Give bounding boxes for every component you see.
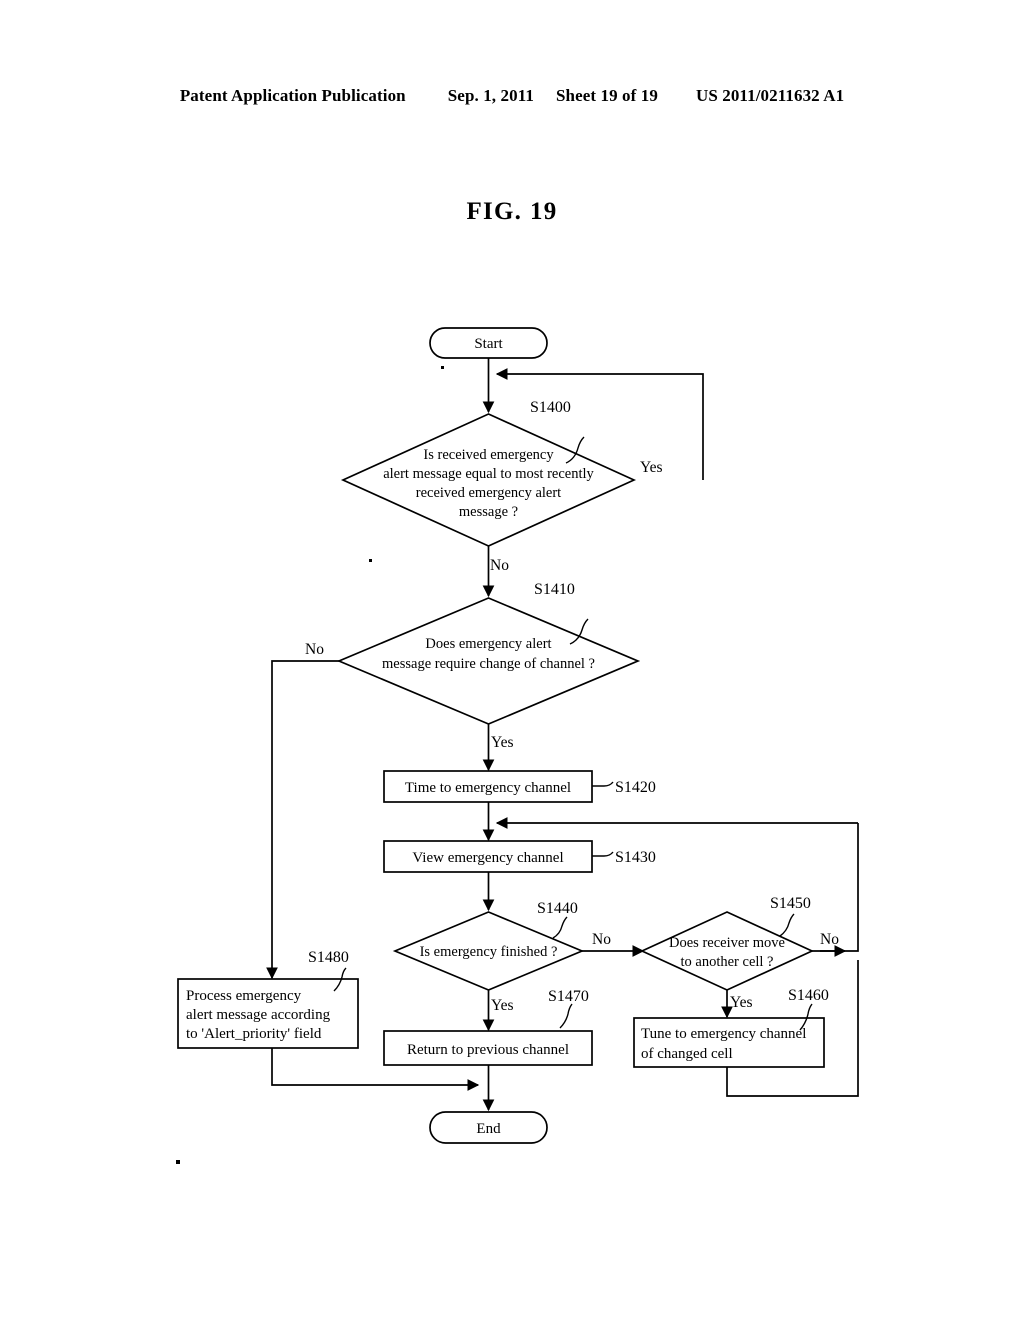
leader-s1430 bbox=[592, 851, 614, 857]
process-s1480-line-1: Process emergency bbox=[186, 988, 302, 1004]
branch-s1440-yes: Yes bbox=[491, 997, 514, 1014]
process-s1480: Process emergency alert message accordin… bbox=[177, 978, 359, 1049]
process-s1420: Time to emergency channel bbox=[383, 770, 593, 803]
decision-s1450-line-1: Does receiver move bbox=[669, 935, 785, 951]
process-s1460-line-1: Tune to emergency channel bbox=[641, 1026, 806, 1042]
scan-speck bbox=[369, 559, 372, 562]
leader-s1450 bbox=[779, 913, 795, 937]
branch-s1450-yes: Yes bbox=[730, 994, 753, 1011]
scan-speck bbox=[176, 1160, 180, 1164]
branch-s1450-no: No bbox=[820, 931, 839, 948]
decision-s1400-line-1: Is received emergency bbox=[423, 447, 554, 463]
decision-s1440-line-1: Is emergency finished ? bbox=[420, 944, 558, 960]
decision-s1450: Does receiver move to another cell ? bbox=[639, 911, 815, 991]
process-s1460-line-2: of changed cell bbox=[641, 1046, 733, 1062]
decision-s1440: Is emergency finished ? bbox=[392, 911, 585, 991]
start-label: Start bbox=[474, 336, 503, 352]
branch-s1400-yes: Yes bbox=[640, 459, 663, 476]
branch-s1440-no: No bbox=[592, 931, 611, 948]
branch-s1410-no: No bbox=[305, 641, 324, 658]
end-terminator: End bbox=[429, 1111, 548, 1144]
leader-s1470 bbox=[559, 1003, 573, 1029]
decision-s1400: Is received emergency alert message equa… bbox=[340, 413, 637, 547]
process-s1430: View emergency channel bbox=[383, 840, 593, 873]
process-s1470: Return to previous channel bbox=[383, 1030, 593, 1066]
step-label-s1460: S1460 bbox=[788, 987, 829, 1004]
step-label-s1400: S1400 bbox=[530, 399, 571, 416]
leader-s1440 bbox=[552, 916, 568, 939]
edge-s1410-no-to-s1480 bbox=[266, 660, 339, 980]
decision-s1400-line-2: alert message equal to most recently bbox=[383, 466, 594, 482]
process-s1430-line-1: View emergency channel bbox=[412, 850, 563, 866]
decision-s1410: Does emergency alert message require cha… bbox=[336, 597, 641, 725]
step-label-s1430: S1430 bbox=[615, 849, 656, 866]
process-s1460: Tune to emergency channel of changed cel… bbox=[633, 1017, 825, 1068]
branch-s1400-no: No bbox=[490, 557, 509, 574]
end-label: End bbox=[476, 1121, 501, 1137]
scan-speck bbox=[441, 366, 444, 369]
decision-s1410-line-2: message require change of channel ? bbox=[382, 656, 595, 672]
step-label-s1410: S1410 bbox=[534, 581, 575, 598]
decision-s1450-line-2: to another cell ? bbox=[681, 954, 774, 970]
process-s1420-line-1: Time to emergency channel bbox=[405, 780, 571, 796]
leader-s1420 bbox=[592, 781, 614, 787]
process-s1480-line-2: alert message according bbox=[186, 1007, 331, 1023]
patent-figure-page: Patent Application Publication Sep. 1, 2… bbox=[0, 0, 1024, 1320]
step-label-s1440: S1440 bbox=[537, 900, 578, 917]
step-label-s1420: S1420 bbox=[615, 779, 656, 796]
branch-s1410-yes: Yes bbox=[491, 734, 514, 751]
decision-s1410-line-1: Does emergency alert bbox=[425, 636, 551, 652]
step-label-s1480: S1480 bbox=[308, 949, 349, 966]
decision-s1400-line-3: received emergency alert bbox=[416, 485, 561, 501]
step-label-s1470: S1470 bbox=[548, 988, 589, 1005]
step-label-s1450: S1450 bbox=[770, 895, 811, 912]
process-s1480-line-3: to 'Alert_priority' field bbox=[186, 1026, 322, 1042]
flowchart-diagram: Start Is received emergency alert messag… bbox=[176, 327, 859, 1164]
start-terminator: Start bbox=[429, 327, 548, 359]
process-s1470-line-1: Return to previous channel bbox=[407, 1042, 569, 1058]
decision-s1400-line-4: message ? bbox=[459, 504, 518, 520]
